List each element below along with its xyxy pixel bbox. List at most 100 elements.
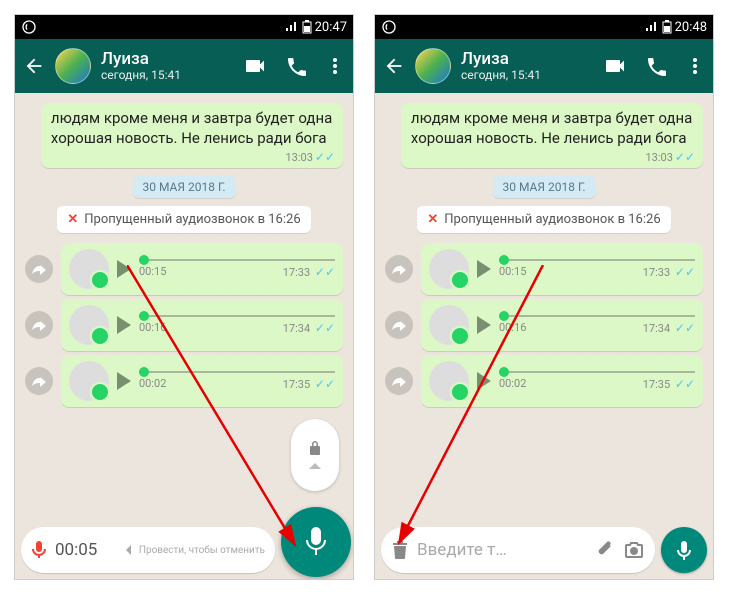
chevron-left-icon (123, 544, 135, 556)
read-ticks-icon: ✓✓ (315, 150, 335, 164)
missed-call-chip[interactable]: ✕ Пропущенный аудиозвонок в 16:26 (57, 206, 310, 233)
voice-duration: 00:16 (139, 321, 166, 335)
date-separator: 30 МАЯ 2018 Г. (133, 176, 236, 198)
signal-icon (285, 21, 299, 33)
play-icon[interactable] (117, 260, 131, 278)
more-icon[interactable] (685, 56, 705, 76)
voice-message[interactable]: 00:0217:35 ✓✓ (61, 355, 343, 407)
contact-name[interactable]: Луиза (101, 50, 233, 69)
voice-time: 17:33 (643, 266, 670, 279)
voice-avatar-icon (429, 249, 469, 289)
forward-icon[interactable] (385, 367, 413, 395)
voice-avatar-icon (69, 305, 109, 345)
chat-header: Луиза сегодня, 15:41 (375, 39, 713, 93)
date-separator: 30 МАЯ 2018 Г. (493, 176, 596, 198)
message-input-placeholder[interactable]: Введите т… (417, 540, 587, 560)
back-icon[interactable] (23, 55, 45, 77)
contact-subtitle: сегодня, 15:41 (101, 69, 233, 82)
missed-call-icon: ✕ (427, 212, 438, 227)
notification-icon (21, 19, 37, 35)
read-ticks-icon: ✓✓ (675, 265, 695, 279)
play-icon[interactable] (477, 316, 491, 334)
outgoing-message[interactable]: людям кроме меня и завтра будет одна хор… (401, 103, 703, 168)
forward-icon[interactable] (25, 367, 53, 395)
status-bar: 20:47 (15, 15, 353, 39)
read-ticks-icon: ✓✓ (315, 377, 335, 391)
voice-time: 17:34 (643, 322, 670, 335)
message-text: людям кроме меня и завтра будет одна хор… (411, 109, 695, 148)
play-icon[interactable] (477, 372, 491, 390)
attach-icon[interactable] (595, 540, 615, 560)
chevron-up-icon (308, 461, 322, 471)
recording-timer: 00:05 (55, 540, 97, 560)
voice-duration: 00:16 (499, 321, 526, 335)
lock-hint (291, 419, 339, 491)
voice-message[interactable]: 00:16 17:34 ✓✓ (421, 299, 703, 351)
voice-duration: 00:15 (139, 265, 166, 279)
play-icon[interactable] (477, 260, 491, 278)
voice-track[interactable] (139, 371, 335, 373)
video-call-icon[interactable] (603, 54, 627, 78)
read-ticks-icon: ✓✓ (315, 265, 335, 279)
play-icon[interactable] (117, 372, 131, 390)
chat-area[interactable]: людям кроме меня и завтра будет одна хор… (375, 93, 713, 579)
cancel-swipe-hint[interactable]: Провести, чтобы отменить (123, 544, 265, 556)
phone-call-icon[interactable] (645, 55, 667, 77)
read-ticks-icon: ✓✓ (675, 150, 695, 164)
signal-icon (645, 21, 659, 33)
status-bar: 20:48 (375, 15, 713, 39)
message-text: людям кроме меня и завтра будет одна хор… (51, 109, 335, 148)
camera-icon[interactable] (623, 539, 645, 561)
outgoing-message[interactable]: людям кроме меня и завтра будет одна хор… (41, 103, 343, 168)
status-time: 20:47 (315, 20, 347, 35)
mic-button[interactable] (661, 527, 707, 573)
voice-duration: 00:02 (499, 377, 526, 391)
message-input-bar[interactable]: Введите т… (381, 527, 655, 573)
read-ticks-icon: ✓✓ (675, 377, 695, 391)
battery-icon (662, 20, 672, 34)
voice-message[interactable]: 00:1617:34 ✓✓ (61, 299, 343, 351)
forward-icon[interactable] (25, 311, 53, 339)
voice-track[interactable] (499, 371, 695, 373)
contact-subtitle: сегодня, 15:41 (461, 69, 593, 82)
missed-call-icon: ✕ (67, 212, 78, 227)
forward-icon[interactable] (385, 255, 413, 283)
voice-message[interactable]: 00:1517:33 ✓✓ (421, 243, 703, 295)
forward-icon[interactable] (25, 255, 53, 283)
voice-track[interactable] (499, 259, 695, 261)
back-icon[interactable] (383, 55, 405, 77)
forward-icon[interactable] (385, 311, 413, 339)
trash-icon[interactable] (391, 540, 409, 560)
missed-call-text: Пропущенный аудиозвонок в 16:26 (84, 212, 300, 227)
voice-time: 17:35 (283, 378, 310, 391)
voice-track[interactable] (139, 315, 335, 317)
battery-icon (302, 20, 312, 34)
message-time: 13:03 (645, 151, 672, 164)
screen-recording: 20:47 Луиза сегодня, 15:41 людям кроме м… (14, 14, 354, 580)
phone-call-icon[interactable] (285, 55, 307, 77)
record-mic-button[interactable] (281, 507, 351, 577)
chat-area[interactable]: людям кроме меня и завтра будет одна хор… (15, 93, 353, 579)
chat-header: Луиза сегодня, 15:41 (15, 39, 353, 93)
voice-message[interactable]: 00:02 17:35 ✓✓ (421, 355, 703, 407)
status-time: 20:48 (675, 20, 707, 35)
voice-track[interactable] (139, 259, 335, 261)
contact-name[interactable]: Луиза (461, 50, 593, 69)
more-icon[interactable] (325, 56, 345, 76)
video-call-icon[interactable] (243, 54, 267, 78)
voice-avatar-icon (69, 361, 109, 401)
voice-avatar-icon (429, 305, 469, 345)
screen-idle: 20:48 Луиза сегодня, 15:41 людям кроме м… (374, 14, 714, 580)
contact-avatar[interactable] (55, 48, 91, 84)
voice-time: 17:35 (643, 378, 670, 391)
voice-avatar-icon (429, 361, 469, 401)
voice-message[interactable]: 00:1517:33 ✓✓ (61, 243, 343, 295)
read-ticks-icon: ✓✓ (675, 321, 695, 335)
recording-mic-icon (31, 540, 47, 560)
read-ticks-icon: ✓✓ (315, 321, 335, 335)
play-icon[interactable] (117, 316, 131, 334)
voice-track[interactable] (499, 315, 695, 317)
contact-avatar[interactable] (415, 48, 451, 84)
missed-call-chip[interactable]: ✕ Пропущенный аудиозвонок в 16:26 (417, 206, 670, 233)
message-time: 13:03 (285, 151, 312, 164)
